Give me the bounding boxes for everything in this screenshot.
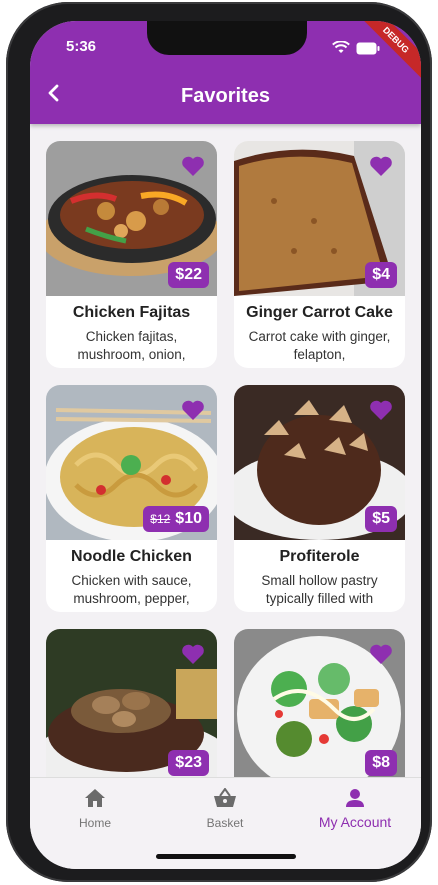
home-indicator (156, 854, 296, 859)
price-badge: $5 (365, 506, 397, 532)
old-price: $12 (150, 512, 171, 526)
nav-home[interactable]: Home (75, 788, 115, 830)
price-badge: $8 (365, 750, 397, 776)
favorite-heart-icon[interactable] (181, 155, 205, 177)
food-description: Small hollow pastry typically filled wit… (261, 573, 378, 606)
status-time: 5:36 (66, 38, 97, 55)
page-title: Favorites (181, 85, 270, 107)
food-description: Chicken fajitas, mushroom, onion, (77, 329, 186, 362)
food-description: Chicken with sauce, mushroom, pepper, (71, 573, 192, 606)
price-badge: $12 $10 (143, 506, 209, 532)
notch (147, 21, 307, 55)
app-bar: 5:36 DEBUG Favorites (30, 21, 421, 124)
food-card[interactable]: $22 Chicken Fajitas Chicken fajitas, mus… (46, 141, 217, 368)
price: $4 (372, 266, 390, 283)
phone-frame: 5:36 DEBUG Favorites $22 Chicken Fajitas… (6, 2, 432, 882)
nav-basket-label: Basket (206, 816, 244, 830)
favorite-heart-icon[interactable] (369, 155, 393, 177)
battery-icon (356, 42, 380, 54)
nav-my-account-label: My Account (318, 814, 392, 830)
food-name: Chicken Fajitas (72, 304, 191, 321)
home-icon (85, 789, 105, 807)
account-icon (346, 789, 364, 807)
food-name: Ginger Carrot Cake (246, 304, 393, 321)
favorite-heart-icon[interactable] (369, 399, 393, 421)
food-name: Profiterole (279, 548, 360, 565)
screen: 5:36 DEBUG Favorites $22 Chicken Fajitas… (30, 21, 421, 869)
favorite-heart-icon[interactable] (369, 643, 393, 665)
food-card[interactable]: $5 Profiterole Small hollow pastry typic… (234, 385, 405, 612)
basket-icon (214, 787, 236, 807)
favorite-heart-icon[interactable] (181, 399, 205, 421)
nav-home-label: Home (78, 816, 111, 830)
food-name: Noodle Chicken (71, 548, 192, 565)
price-badge: $22 (168, 262, 209, 288)
price: $22 (175, 266, 202, 283)
price-badge: $23 (168, 750, 209, 776)
food-card[interactable]: $4 Ginger Carrot Cake Carrot cake with g… (234, 141, 405, 368)
price: $5 (372, 510, 390, 527)
price: $10 (175, 510, 202, 527)
status-icons (332, 41, 380, 55)
wifi-icon (332, 41, 350, 53)
food-card[interactable]: $12 $10 Noodle Chicken Chicken with sauce… (46, 385, 217, 612)
favorite-heart-icon[interactable] (181, 643, 205, 665)
nav-basket[interactable]: Basket (200, 787, 250, 830)
food-description: Carrot cake with ginger, felapton, (248, 329, 391, 362)
price: $23 (175, 754, 202, 771)
price: $8 (372, 754, 390, 771)
nav-my-account[interactable]: My Account (310, 788, 400, 830)
price-badge: $4 (365, 262, 397, 288)
